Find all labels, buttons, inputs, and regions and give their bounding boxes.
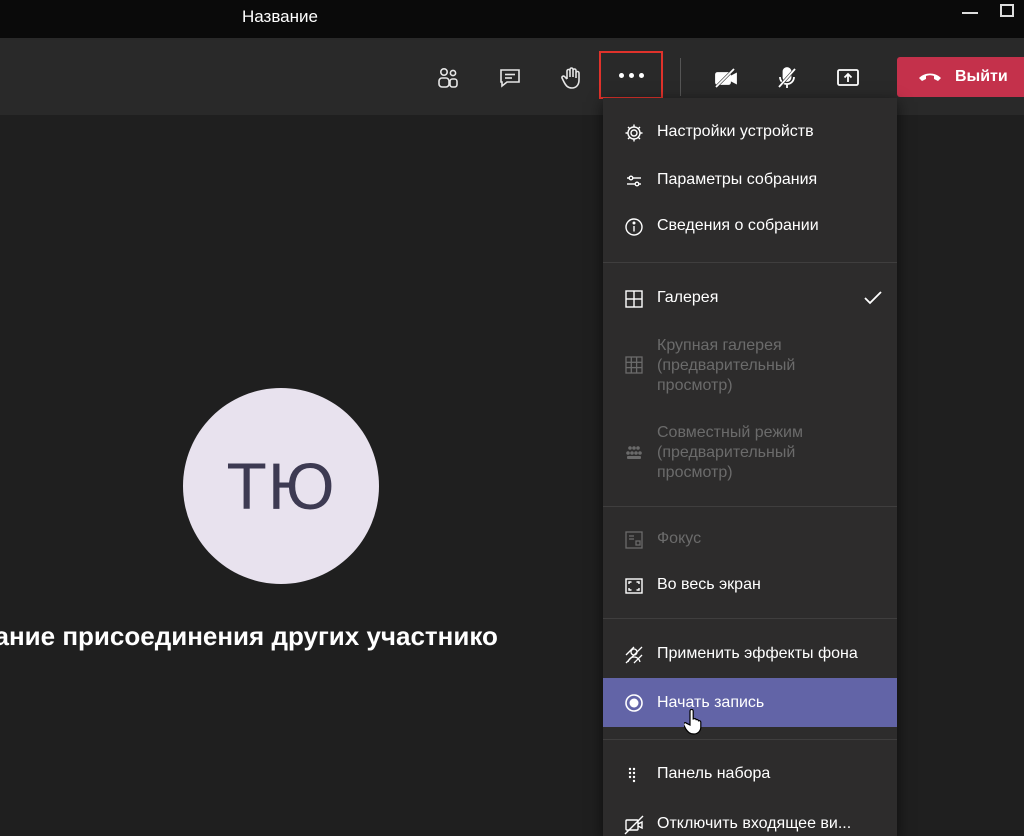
menu-item-device-settings[interactable]: Настройки устройств [603, 122, 897, 146]
avatar: ТЮ [183, 388, 379, 584]
menu-item-together-mode: Совместный режим (предварительный просмо… [603, 423, 897, 485]
info-icon [623, 216, 645, 238]
menu-item-background-effects[interactable]: Применить эффекты фона [603, 644, 897, 668]
people-icon [438, 67, 458, 88]
title-bar: Название [0, 0, 1024, 38]
menu-item-turn-off-incoming-video[interactable]: Отключить входящее ви... [603, 814, 897, 836]
menu-divider [603, 618, 897, 619]
camera-off-icon [713, 66, 737, 90]
menu-item-large-gallery: Крупная галерея (предварительный просмот… [603, 336, 897, 398]
share-screen-icon [837, 69, 859, 86]
menu-item-focus: Фокус [603, 529, 897, 553]
background-effects-icon [623, 644, 645, 666]
menu-divider [603, 506, 897, 507]
more-actions-button[interactable] [599, 51, 663, 99]
checkmark-icon [864, 291, 882, 305]
menu-divider [603, 262, 897, 263]
grid-icon [623, 288, 645, 310]
sliders-icon [623, 170, 645, 192]
toolbar-divider [680, 58, 681, 96]
more-actions-menu: Настройки устройств Параметры собрания С… [603, 98, 897, 836]
menu-item-meeting-options[interactable]: Параметры собрания [603, 170, 897, 194]
more-dots-icon [618, 72, 644, 78]
fullscreen-icon [623, 575, 645, 597]
together-mode-icon [623, 441, 645, 463]
video-off-icon [623, 814, 645, 836]
menu-divider [603, 739, 897, 740]
phone-hangup-icon [919, 73, 941, 81]
raise-hand-button[interactable] [549, 59, 593, 97]
menu-item-dial-pad[interactable]: Панель набора [603, 764, 897, 788]
record-icon [623, 692, 645, 714]
chat-icon [500, 69, 520, 88]
menu-item-fullscreen[interactable]: Во весь экран [603, 575, 897, 599]
camera-toggle-button[interactable] [704, 59, 748, 97]
minimize-icon[interactable] [962, 12, 978, 14]
maximize-icon[interactable] [1000, 4, 1014, 17]
large-grid-icon [623, 354, 645, 376]
waiting-message: дание присоединения других участнико [0, 621, 498, 651]
chat-button[interactable] [488, 59, 532, 97]
window-title: Название [242, 7, 318, 26]
hand-icon [561, 67, 580, 89]
gear-icon [623, 122, 645, 144]
hand-pointer-cursor-icon [684, 709, 702, 735]
participants-button[interactable] [426, 59, 470, 97]
leave-button[interactable]: Выйти [897, 57, 1024, 97]
leave-label: Выйти [955, 68, 1008, 85]
menu-item-gallery[interactable]: Галерея [603, 288, 897, 312]
share-screen-button[interactable] [826, 59, 870, 97]
mic-toggle-button[interactable] [765, 59, 809, 97]
focus-icon [623, 529, 645, 551]
mic-off-icon [776, 66, 798, 90]
dialpad-icon [623, 764, 645, 786]
avatar-initials: ТЮ [226, 449, 336, 523]
menu-item-start-recording[interactable]: Начать запись [603, 678, 897, 727]
menu-item-meeting-info[interactable]: Сведения о собрании [603, 216, 897, 240]
